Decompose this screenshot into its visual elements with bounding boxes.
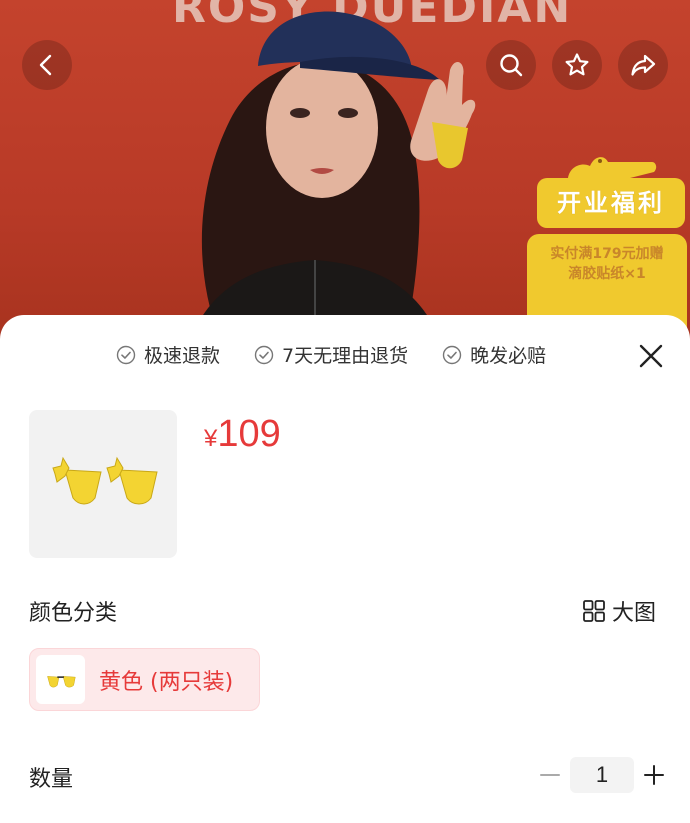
price-currency: ¥: [204, 425, 218, 452]
quantity-input[interactable]: 1: [570, 757, 634, 793]
guarantee-label: 晚发必赔: [470, 345, 547, 367]
guarantee-item: 晚发必赔: [442, 341, 546, 368]
check-circle-icon: [254, 345, 274, 364]
color-option-label: 黄色 (两只装): [99, 669, 234, 695]
sku-selector-sheet: 极速退款 7天无理由退货 晚发必赔 ¥109 颜色分类 大图 黄色 (两只装) …: [0, 315, 690, 823]
view-large-button[interactable]: 大图: [582, 595, 656, 627]
quantity-label: 数量: [29, 767, 74, 792]
guarantee-item: 7天无理由退货: [254, 341, 408, 368]
check-circle-icon: [442, 345, 462, 364]
product-thumbnail[interactable]: [29, 410, 177, 558]
favorite-button[interactable]: [552, 40, 602, 90]
product-price: ¥109: [204, 413, 281, 456]
quantity-stepper: 1: [536, 757, 668, 793]
promo-title: 开业福利: [537, 178, 685, 228]
guarantee-list: 极速退款 7天无理由退货 晚发必赔: [116, 341, 546, 368]
view-large-label: 大图: [612, 601, 657, 626]
decrement-button[interactable]: [536, 761, 564, 789]
model-photo: [190, 11, 476, 340]
promo-badge: 开业福利 实付满179元加赠 滴胶贴纸×1: [527, 178, 690, 340]
guarantee-label: 7天无理由退货: [282, 345, 409, 367]
close-button[interactable]: [634, 339, 668, 373]
promo-line-2: 滴胶贴纸×1: [568, 266, 646, 282]
share-button[interactable]: [618, 40, 668, 90]
increment-button[interactable]: [640, 761, 668, 789]
product-hero-image: ROSY DUEDIAN 开业福利 实付满179元加赠 滴胶贴纸×1: [0, 0, 690, 340]
color-option-yellow[interactable]: 黄色 (两只装): [29, 648, 260, 711]
close-icon: [639, 344, 663, 368]
check-circle-icon: [116, 345, 136, 364]
option-thumbnail: [36, 655, 85, 704]
search-button[interactable]: [486, 40, 536, 90]
color-section-label: 颜色分类: [29, 601, 118, 626]
back-button[interactable]: [22, 40, 72, 90]
duck-decoration: [568, 157, 657, 178]
promo-line-1: 实付满179元加赠: [550, 246, 664, 262]
product-cups-image: [52, 456, 158, 505]
price-value: 109: [217, 413, 281, 455]
plus-icon: [644, 765, 664, 785]
grid-icon: [583, 600, 605, 622]
star-icon: [565, 53, 589, 76]
minus-icon: [540, 774, 560, 776]
product-cups-image: [46, 675, 76, 687]
search-icon: [500, 54, 523, 77]
guarantee-item: 极速退款: [116, 341, 220, 368]
guarantee-label: 极速退款: [144, 345, 221, 367]
share-icon: [631, 54, 656, 76]
back-chevron-icon: [39, 54, 52, 76]
